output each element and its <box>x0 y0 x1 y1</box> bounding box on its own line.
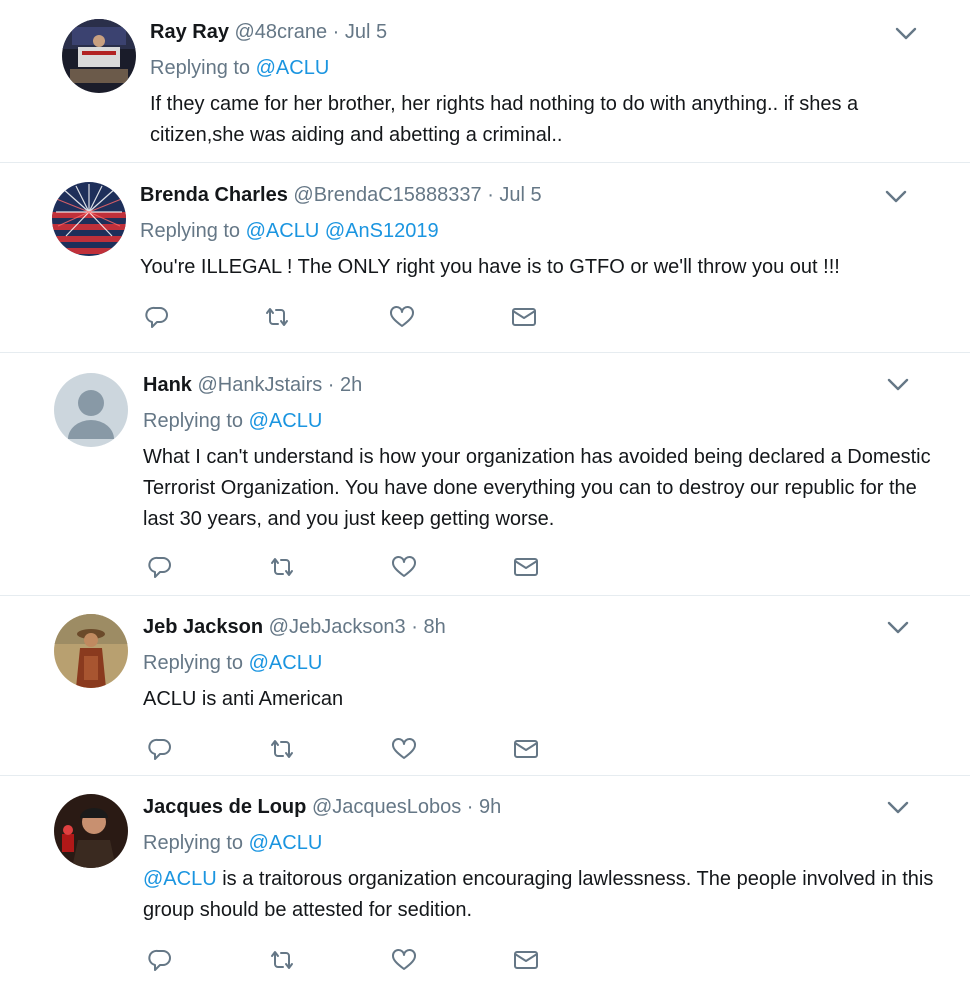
replying-to-label: Replying to <box>143 652 249 674</box>
tweet[interactable]: Ray Ray @48crane · Jul 5 Replying to @AC… <box>0 0 970 163</box>
timestamp[interactable]: Jul 5 <box>499 184 541 206</box>
tweet-header: Jeb Jackson @JebJackson3 · 8h <box>143 614 943 640</box>
replying-to: Replying to @ACLU <box>143 408 943 434</box>
tweet-header: Ray Ray @48crane · Jul 5 <box>150 19 940 45</box>
envelope-icon[interactable] <box>512 553 540 581</box>
tweet-text: You're ILLEGAL ! The ONLY right you have… <box>140 252 940 283</box>
replying-to-label: Replying to <box>150 57 256 79</box>
chevron-down-icon[interactable] <box>884 189 908 205</box>
replying-to-label: Replying to <box>143 410 249 432</box>
tweet[interactable]: Jacques de Loup @JacquesLobos · 9h Reply… <box>0 776 970 1000</box>
mention-link[interactable]: @ACLU <box>249 832 323 854</box>
heart-icon[interactable] <box>390 946 418 974</box>
timestamp[interactable]: 8h <box>423 616 445 638</box>
replying-to: Replying to @ACLU <box>143 650 943 676</box>
user-handle[interactable]: @BrendaC15888337 <box>293 184 481 206</box>
mention-link[interactable]: @ACLU <box>249 652 323 674</box>
display-name[interactable]: Jeb Jackson <box>143 616 263 638</box>
mention-link[interactable]: @ACLU <box>143 868 217 890</box>
replying-to: Replying to @ACLU @AnS12019 <box>140 218 940 244</box>
separator: · <box>327 21 345 43</box>
separator: · <box>481 184 500 206</box>
mention-link[interactable]: @ACLU <box>249 410 323 432</box>
retweet-icon[interactable] <box>268 946 296 974</box>
timestamp[interactable]: 9h <box>479 796 501 818</box>
tweet-actions <box>146 553 566 581</box>
tweet-text: What I can't understand is how your orga… <box>143 442 943 535</box>
envelope-icon[interactable] <box>512 946 540 974</box>
tweet-text: If they came for her brother, her rights… <box>150 89 940 151</box>
chevron-down-icon[interactable] <box>886 800 910 816</box>
tweet[interactable]: Jeb Jackson @JebJackson3 · 8h Replying t… <box>0 596 970 776</box>
avatar[interactable] <box>54 373 128 447</box>
mention-link[interactable]: @ACLU <box>256 57 330 79</box>
tweet-text-body: is a traitorous organization encouraging… <box>143 868 934 921</box>
tweet-text-body: If they came for her brother, her rights… <box>150 93 859 146</box>
tweet-header: Brenda Charles @BrendaC15888337 · Jul 5 <box>140 182 940 208</box>
user-handle[interactable]: @JebJackson3 <box>269 616 406 638</box>
chevron-down-icon[interactable] <box>886 377 910 393</box>
separator: · <box>461 796 480 818</box>
retweet-icon[interactable] <box>268 553 296 581</box>
avatar[interactable] <box>62 19 136 93</box>
reply-icon[interactable] <box>146 735 174 763</box>
display-name[interactable]: Brenda Charles <box>140 184 288 206</box>
tweet-actions <box>146 735 566 763</box>
tweet-text: @ACLU is a traitorous organization encou… <box>143 864 943 926</box>
reply-icon[interactable] <box>146 946 174 974</box>
reply-icon[interactable] <box>146 553 174 581</box>
tweet-text: ACLU is anti American <box>143 684 943 715</box>
avatar[interactable] <box>52 182 126 256</box>
tweet-header: Jacques de Loup @JacquesLobos · 9h <box>143 794 943 820</box>
tweet-feed: Ray Ray @48crane · Jul 5 Replying to @AC… <box>0 0 980 1000</box>
tweet[interactable]: Hank @HankJstairs · 2h Replying to @ACLU… <box>0 353 970 596</box>
tweet[interactable]: Brenda Charles @BrendaC15888337 · Jul 5 … <box>0 163 970 353</box>
retweet-icon[interactable] <box>268 735 296 763</box>
replying-to-label: Replying to <box>143 832 249 854</box>
avatar[interactable] <box>54 794 128 868</box>
replying-to-label: Replying to <box>140 220 246 242</box>
envelope-icon[interactable] <box>512 735 540 763</box>
heart-icon[interactable] <box>388 303 416 331</box>
heart-icon[interactable] <box>390 553 418 581</box>
chevron-down-icon[interactable] <box>886 620 910 636</box>
user-handle[interactable]: @HankJstairs <box>197 374 322 396</box>
avatar[interactable] <box>54 614 128 688</box>
timestamp[interactable]: 2h <box>340 374 362 396</box>
display-name[interactable]: Ray Ray <box>150 21 229 43</box>
separator: · <box>405 616 424 638</box>
mention-link[interactable]: @AnS12019 <box>325 220 439 242</box>
tweet-text-body: You're ILLEGAL ! The ONLY right you have… <box>140 256 840 278</box>
user-handle[interactable]: @48crane <box>235 21 328 43</box>
mention-link[interactable]: @ACLU <box>246 220 320 242</box>
separator: · <box>322 374 341 396</box>
tweet-text-body: ACLU is anti American <box>143 688 344 710</box>
reply-icon[interactable] <box>143 303 171 331</box>
tweet-actions <box>146 946 566 974</box>
heart-icon[interactable] <box>390 735 418 763</box>
tweet-text-body: What I can't understand is how your orga… <box>143 446 931 530</box>
tweet-actions <box>143 303 563 331</box>
display-name[interactable]: Jacques de Loup <box>143 796 306 818</box>
user-handle[interactable]: @JacquesLobos <box>312 796 461 818</box>
timestamp[interactable]: Jul 5 <box>345 21 387 43</box>
envelope-icon[interactable] <box>510 303 538 331</box>
chevron-down-icon[interactable] <box>894 26 918 42</box>
replying-to: Replying to @ACLU <box>150 55 940 81</box>
display-name[interactable]: Hank <box>143 374 192 396</box>
tweet-header: Hank @HankJstairs · 2h <box>143 372 943 398</box>
replying-to: Replying to @ACLU <box>143 830 943 856</box>
retweet-icon[interactable] <box>263 303 291 331</box>
